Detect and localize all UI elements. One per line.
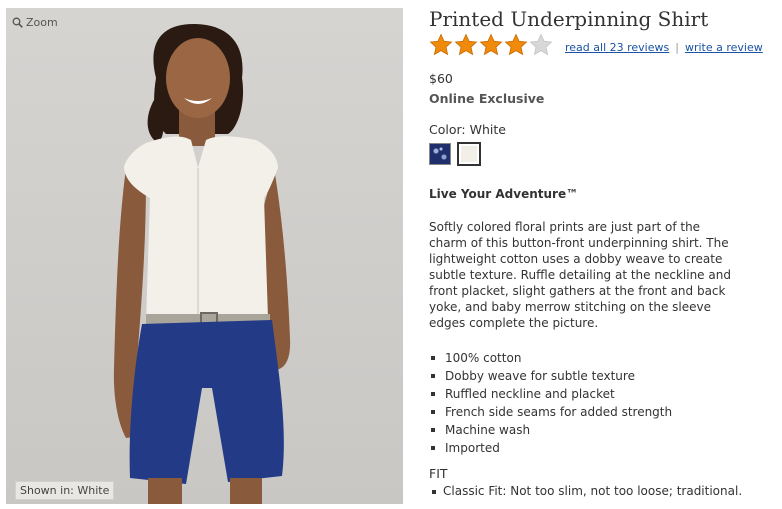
fit-list: Classic Fit: Not too slim, not too loose…: [429, 484, 742, 498]
swatch-white[interactable]: [457, 142, 481, 166]
read-reviews-link[interactable]: read all 23 reviews: [565, 41, 669, 54]
zoom-control[interactable]: Zoom: [12, 16, 58, 29]
magnifier-icon: [12, 17, 23, 28]
star-filled-icon: [454, 33, 478, 56]
list-item: French side seams for added strength: [429, 403, 672, 421]
star-filled-icon: [429, 33, 453, 56]
selected-color: White: [469, 122, 506, 137]
list-item: Dobby weave for subtle texture: [429, 367, 672, 385]
color-selection: Color: White: [429, 122, 506, 137]
list-item: Machine wash: [429, 421, 672, 439]
online-exclusive-label: Online Exclusive: [429, 91, 545, 106]
star-rating: [429, 33, 553, 57]
shown-in-label: Shown in: White: [15, 481, 115, 500]
product-photo[interactable]: Zoom Shown in: White: [6, 8, 403, 504]
swatch-navy-print[interactable]: [429, 143, 451, 165]
color-swatches: [429, 142, 481, 166]
list-item: Ruffled neckline and placket: [429, 385, 672, 403]
star-filled-icon: [479, 33, 503, 56]
list-item: Classic Fit: Not too slim, not too loose…: [429, 484, 742, 498]
tagline: Live Your Adventure™: [429, 187, 579, 201]
product-description: Softly colored floral prints are just pa…: [429, 220, 731, 330]
link-separator: |: [675, 40, 679, 54]
model-illustration: [113, 23, 291, 504]
review-links: read all 23 reviews | write a review: [565, 36, 763, 55]
list-item: 100% cotton: [429, 349, 672, 367]
color-label: Color:: [429, 122, 466, 137]
rating-row: read all 23 reviews | write a review: [429, 33, 763, 57]
product-price: $60: [429, 71, 453, 86]
product-title: Printed Underpinning Shirt: [429, 7, 709, 31]
feature-list: 100% cotton Dobby weave for subtle textu…: [429, 349, 672, 457]
write-review-link[interactable]: write a review: [685, 41, 763, 54]
zoom-label: Zoom: [26, 16, 58, 29]
fit-heading: FIT: [429, 466, 448, 481]
star-empty-icon: [529, 33, 553, 56]
list-item: Imported: [429, 439, 672, 457]
star-filled-icon: [504, 33, 528, 56]
